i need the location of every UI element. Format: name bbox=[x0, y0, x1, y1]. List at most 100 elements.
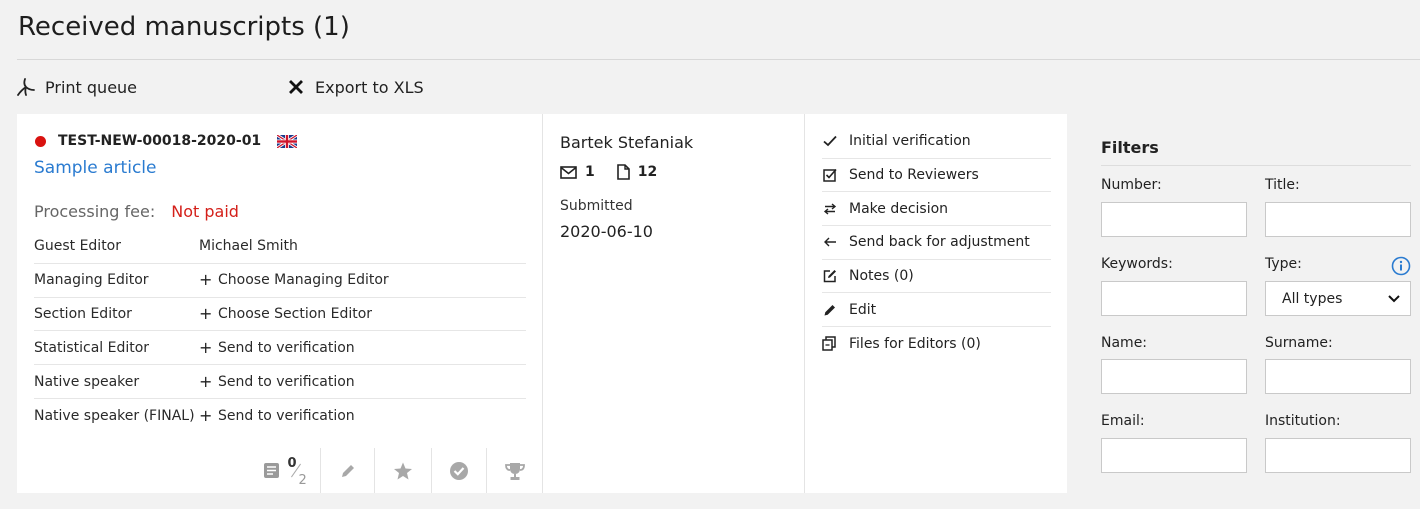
role-action-label: Send to verification bbox=[218, 373, 355, 390]
role-row-native-speaker: Native speaker + Send to verification bbox=[34, 365, 526, 399]
uk-flag-icon bbox=[277, 134, 298, 148]
check-icon bbox=[822, 134, 837, 149]
surname-label: Surname: bbox=[1265, 335, 1333, 351]
chevron-down-icon bbox=[1388, 294, 1400, 302]
document-icon bbox=[616, 164, 630, 180]
manuscript-counts: 1 12 bbox=[560, 164, 669, 180]
plus-icon: + bbox=[199, 371, 213, 391]
initial-verification-action[interactable]: Initial verification bbox=[822, 125, 1051, 159]
action-label: Initial verification bbox=[849, 133, 971, 150]
name-input[interactable] bbox=[1101, 359, 1247, 394]
role-row-statistical-editor: Statistical Editor + Send to verificatio… bbox=[34, 331, 526, 366]
star-status-button[interactable] bbox=[375, 448, 432, 493]
copy-files-icon bbox=[822, 336, 837, 352]
files-count[interactable]: 12 bbox=[616, 164, 657, 180]
role-name: Native speaker (FINAL) bbox=[34, 407, 195, 424]
processing-fee: Processing fee: Not paid bbox=[34, 202, 239, 221]
send-native-final-verification-button[interactable]: + Send to verification bbox=[199, 407, 355, 424]
status-date: 2020-06-10 bbox=[560, 222, 653, 241]
role-row-native-speaker-final: Native speaker (FINAL) + Send to verific… bbox=[34, 399, 526, 433]
print-queue-label: Print queue bbox=[45, 77, 138, 97]
title-divider bbox=[17, 59, 1420, 60]
manuscript-card: TEST-NEW-00018-2020-01 Sample article Pr… bbox=[17, 114, 1067, 493]
role-name: Native speaker bbox=[34, 373, 140, 390]
edit-action[interactable]: Edit bbox=[822, 293, 1051, 328]
email-label: Email: bbox=[1101, 413, 1145, 429]
pencil-icon bbox=[822, 302, 837, 317]
fee-label: Processing fee: bbox=[34, 202, 156, 221]
role-action-label: Send to verification bbox=[218, 339, 355, 356]
filters-title: Filters bbox=[1101, 138, 1411, 166]
export-xls-button[interactable]: Export to XLS bbox=[287, 76, 424, 98]
institution-input[interactable] bbox=[1265, 438, 1411, 473]
export-xls-label: Export to XLS bbox=[315, 77, 424, 97]
action-label: Send to Reviewers bbox=[849, 167, 979, 184]
editor-roles-list: Guest Editor Michael Smith Managing Edit… bbox=[34, 230, 526, 433]
role-value: Michael Smith bbox=[199, 238, 298, 255]
title-label: Title: bbox=[1265, 177, 1300, 193]
pencil-icon bbox=[341, 464, 354, 477]
type-select-value: All types bbox=[1282, 290, 1343, 307]
role-action-label: Choose Section Editor bbox=[218, 305, 373, 322]
role-action-label: Choose Managing Editor bbox=[218, 272, 389, 289]
filters-panel: Filters bbox=[1101, 138, 1411, 166]
manuscript-title-link[interactable]: Sample article bbox=[34, 158, 156, 178]
plus-icon: + bbox=[199, 337, 213, 357]
send-statistical-verification-button[interactable]: + Send to verification bbox=[199, 337, 355, 357]
status-icon-bar: 0 2 bbox=[254, 448, 542, 493]
role-name: Managing Editor bbox=[34, 272, 149, 289]
accepted-status-button[interactable] bbox=[432, 448, 487, 493]
title-input[interactable] bbox=[1265, 202, 1411, 237]
role-row-guest-editor: Guest Editor Michael Smith bbox=[34, 230, 526, 264]
number-input[interactable] bbox=[1101, 202, 1247, 237]
page-title: Received manuscripts (1) bbox=[18, 12, 350, 42]
print-queue-button[interactable]: Print queue bbox=[17, 76, 137, 98]
trophy-status-button[interactable] bbox=[487, 448, 542, 493]
role-name: Guest Editor bbox=[34, 238, 122, 255]
messages-count-value: 1 bbox=[585, 164, 595, 180]
files-for-editors-action[interactable]: Files for Editors (0) bbox=[822, 327, 1051, 361]
check-circle-icon bbox=[450, 461, 468, 480]
action-label: Edit bbox=[849, 301, 877, 318]
manuscript-header: TEST-NEW-00018-2020-01 bbox=[35, 133, 298, 149]
plus-icon: + bbox=[199, 303, 213, 323]
notes-action[interactable]: Notes (0) bbox=[822, 260, 1051, 294]
actions-list: Initial verification Send to Reviewers M… bbox=[822, 125, 1051, 361]
send-to-reviewers-action[interactable]: Send to Reviewers bbox=[822, 159, 1051, 193]
role-name: Statistical Editor bbox=[34, 339, 150, 356]
name-label: Name: bbox=[1101, 335, 1148, 351]
make-decision-action[interactable]: Make decision bbox=[822, 192, 1051, 227]
choose-managing-editor-button[interactable]: + Choose Managing Editor bbox=[199, 270, 389, 290]
reviews-list-icon bbox=[263, 463, 279, 478]
action-label: Notes (0) bbox=[849, 268, 914, 285]
status-dot bbox=[35, 135, 46, 147]
plus-icon: + bbox=[199, 270, 213, 290]
number-label: Number: bbox=[1101, 177, 1162, 193]
role-row-managing-editor: Managing Editor + Choose Managing Editor bbox=[34, 264, 526, 298]
trophy-icon bbox=[504, 462, 525, 480]
send-native-verification-button[interactable]: + Send to verification bbox=[199, 371, 355, 391]
send-back-action[interactable]: Send back for adjustment bbox=[822, 226, 1051, 260]
messages-count[interactable]: 1 bbox=[560, 164, 595, 180]
author-name: Bartek Stefaniak bbox=[560, 133, 694, 152]
fee-status: Not paid bbox=[171, 202, 239, 221]
institution-label: Institution: bbox=[1265, 413, 1341, 429]
star-icon bbox=[394, 462, 412, 479]
type-select[interactable]: All types bbox=[1265, 281, 1411, 316]
status-label: Submitted bbox=[560, 198, 633, 214]
swap-arrows-icon bbox=[822, 201, 837, 216]
info-icon[interactable] bbox=[1391, 256, 1411, 276]
pdf-icon bbox=[17, 78, 35, 96]
action-label: Files for Editors (0) bbox=[849, 335, 981, 352]
reviews-counter[interactable]: 0 2 bbox=[254, 448, 321, 493]
pencil-status-button[interactable] bbox=[321, 448, 375, 493]
excel-x-icon bbox=[287, 78, 305, 96]
role-row-section-editor: Section Editor + Choose Section Editor bbox=[34, 298, 526, 332]
keywords-input[interactable] bbox=[1101, 281, 1247, 316]
column-divider bbox=[804, 114, 805, 493]
action-label: Send back for adjustment bbox=[849, 234, 1030, 251]
email-input[interactable] bbox=[1101, 438, 1247, 473]
column-divider bbox=[542, 114, 543, 493]
surname-input[interactable] bbox=[1265, 359, 1411, 394]
choose-section-editor-button[interactable]: + Choose Section Editor bbox=[199, 303, 373, 323]
